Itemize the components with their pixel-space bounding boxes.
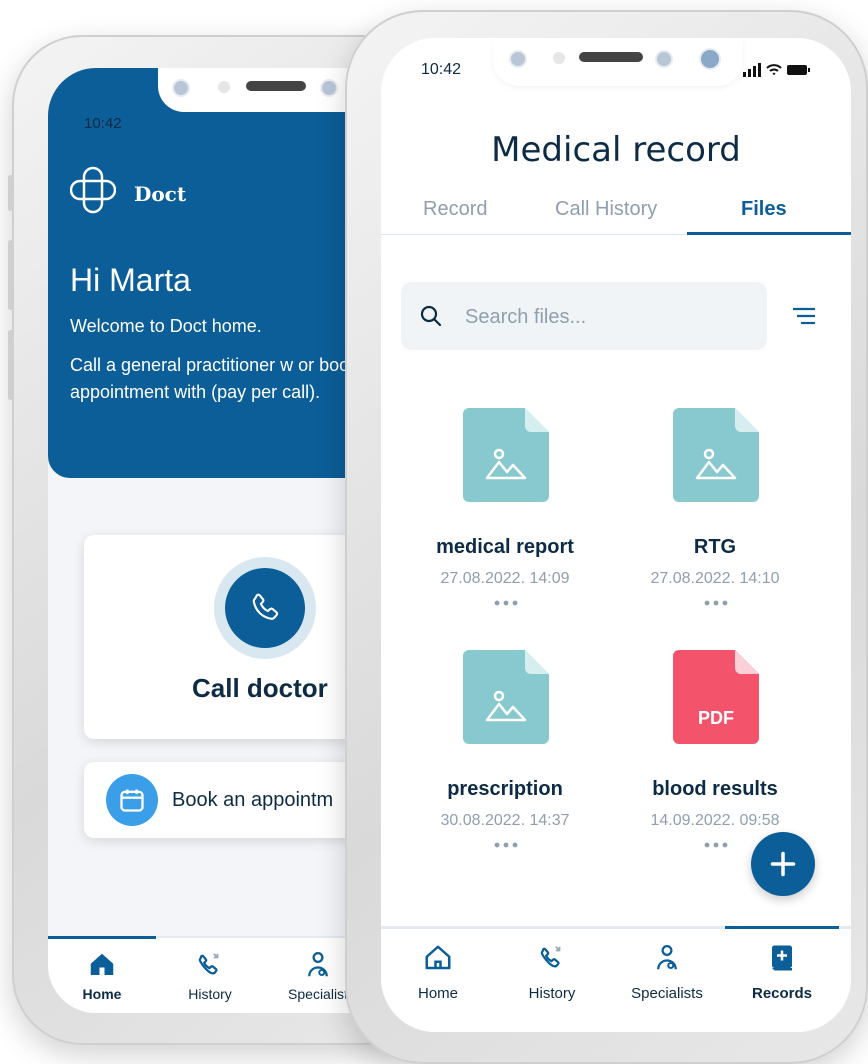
- active-tab-indicator: [725, 926, 839, 929]
- nav-records-label: Records: [751, 985, 813, 1002]
- file-name: medical report: [436, 536, 574, 558]
- call-history-icon: [198, 953, 219, 975]
- image-file-icon: [463, 650, 549, 744]
- home-icon: [90, 953, 114, 975]
- image-file-icon: [463, 408, 549, 502]
- file-date: 27.08.2022. 14:10: [650, 570, 780, 587]
- nav-home-label: Home: [417, 985, 458, 1002]
- front-camera-dot: [699, 48, 721, 70]
- camera-dot: [509, 50, 527, 68]
- nav-history-label: History: [528, 985, 576, 1002]
- more-options-icon[interactable]: [493, 840, 519, 850]
- records-screen: 10:42 Medical record Record Call History…: [381, 38, 851, 1032]
- pdf-badge: PDF: [698, 708, 734, 728]
- phone-notch: [493, 38, 743, 86]
- call-icon-ring: [214, 557, 316, 659]
- speaker-grill: [579, 52, 643, 62]
- phone-icon: [252, 593, 279, 620]
- image-file-icon: [673, 408, 759, 502]
- call-history-icon: [540, 946, 561, 968]
- home-icon: [425, 945, 451, 970]
- file-name: RTG: [693, 536, 737, 558]
- nav-item-home[interactable]: Home: [381, 943, 495, 1013]
- speaker-grill: [246, 81, 306, 91]
- status-time: 10:42: [421, 61, 462, 78]
- records-bottom-nav: Home History Specialists Records: [381, 926, 851, 1032]
- status-time: 10:42: [84, 115, 122, 132]
- sensor-dot: [218, 81, 230, 93]
- file-name: blood results: [652, 778, 778, 800]
- sensor-dot: [553, 52, 565, 64]
- records-phone-frame: 10:42 Medical record Record Call History…: [345, 10, 868, 1064]
- nav-history-label: History: [188, 986, 232, 1002]
- nav-specialists-label: Specialists: [631, 985, 703, 1002]
- more-options-icon[interactable]: [703, 840, 729, 850]
- status-icons: [743, 63, 810, 77]
- doct-logo-icon: [70, 166, 116, 214]
- active-tab-indicator: [687, 232, 851, 235]
- calendar-icon: [120, 789, 144, 812]
- tab-files[interactable]: Files: [741, 198, 787, 221]
- more-options-icon[interactable]: [493, 598, 519, 608]
- more-options-icon[interactable]: [703, 598, 729, 608]
- nav-item-specialists[interactable]: Specialists: [610, 943, 724, 1013]
- records-icon: [772, 945, 792, 971]
- camera-dot: [320, 79, 338, 97]
- filter-list-icon[interactable]: [791, 304, 817, 328]
- file-date: 27.08.2022. 14:09: [440, 570, 570, 587]
- specialist-icon: [308, 952, 328, 977]
- greeting-title: Hi Marta: [70, 262, 191, 298]
- nav-item-records[interactable]: Records: [725, 943, 839, 1013]
- nav-item-history[interactable]: History: [495, 943, 609, 1013]
- camera-dot: [655, 50, 673, 68]
- call-doctor-label: Call doctor: [192, 673, 328, 703]
- volume-up-button: [8, 240, 13, 310]
- nav-specialist-label: Specialist: [288, 986, 348, 1002]
- pdf-file-icon: [673, 650, 759, 744]
- file-name: prescription: [447, 778, 563, 800]
- brand-name: Doct: [134, 182, 187, 206]
- camera-dot: [172, 79, 190, 97]
- file-date: 30.08.2022. 14:37: [440, 812, 570, 829]
- calendar-circle: [106, 774, 158, 826]
- nav-item-home[interactable]: Home: [52, 950, 152, 1002]
- nav-home-label: Home: [82, 986, 122, 1002]
- call-button-circle: [225, 568, 305, 648]
- add-file-button[interactable]: [751, 832, 815, 896]
- specialist-icon: [657, 945, 677, 970]
- search-input[interactable]: Search files...: [401, 282, 767, 350]
- book-appointment-label: Book an appointm: [172, 789, 334, 811]
- tab-record[interactable]: Record: [423, 198, 487, 221]
- active-tab-indicator: [48, 936, 156, 939]
- mute-switch: [8, 175, 13, 211]
- search-icon: [420, 305, 442, 327]
- plus-icon: [770, 851, 796, 877]
- file-date: 14.09.2022. 09:58: [650, 812, 780, 829]
- volume-down-button: [8, 330, 13, 400]
- page-title: Medical record: [491, 130, 741, 170]
- tab-call-history[interactable]: Call History: [555, 198, 657, 221]
- search-placeholder: Search files...: [465, 306, 587, 328]
- welcome-text: Welcome to Doct home.: [70, 316, 262, 336]
- nav-item-history[interactable]: History: [160, 950, 260, 1002]
